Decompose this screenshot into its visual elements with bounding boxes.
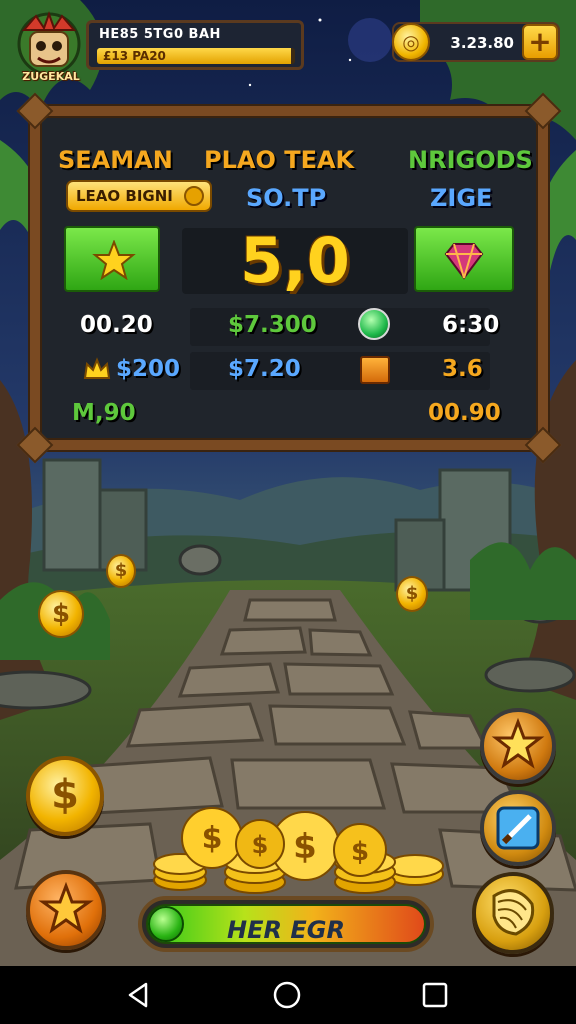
energy-progress-track: HER EGR [146, 904, 426, 944]
coin-badge-icon [184, 186, 204, 206]
add-currency-button[interactable]: + [522, 24, 558, 60]
rank-badge-label: LEAO BIGNI [76, 187, 173, 205]
scoreboard-panel: SEAMAN PLAO TEAK NRIGODS LEAO BIGNI SO.T… [16, 92, 562, 464]
coin-pile: $ $ $ $ [150, 800, 450, 900]
main-score-panel: 5,0 [182, 228, 408, 294]
star-icon [92, 240, 136, 280]
player-name: ZUGEKAL [22, 70, 80, 83]
row1-right: 6:30 [442, 312, 500, 338]
home-icon[interactable] [272, 980, 302, 1010]
dollar-icon: $ [51, 772, 79, 818]
row1-center: $7.300 [228, 312, 317, 338]
favorites-button[interactable] [26, 870, 106, 950]
system-nav-bar [0, 966, 576, 1024]
shell-button[interactable] [472, 872, 554, 954]
recents-icon[interactable] [420, 980, 450, 1010]
coin-shop-button[interactable]: $ [26, 756, 104, 836]
currency-panel: ◎ 3.23.80 + [392, 22, 560, 62]
back-icon[interactable] [124, 980, 154, 1010]
row2-left: $200 [116, 356, 181, 382]
svg-text:$: $ [351, 837, 369, 867]
energy-progress-label: HER EGR [227, 916, 345, 944]
floating-coin[interactable]: $ [38, 590, 84, 638]
star-icon [491, 717, 545, 769]
star-icon [38, 881, 94, 934]
green-orb-icon [358, 308, 390, 340]
energy-progress-bar[interactable]: HER EGR [138, 896, 434, 952]
row1-left: 00.20 [80, 312, 153, 338]
sword-icon [496, 806, 540, 850]
crown-icon [82, 354, 112, 388]
floating-coin[interactable]: $ [106, 554, 136, 588]
gem-icon [444, 243, 484, 280]
row3-left: M,90 [72, 400, 136, 426]
player-level-bar: £13 PA20 [97, 48, 295, 64]
row2-center: $7.20 [228, 356, 301, 382]
center-subheader: SO.TP [246, 184, 327, 212]
player-info-panel: HE85 5TG0 BAH £13 PA20 [86, 20, 304, 70]
column-header-2: PLAO TEAK [204, 146, 355, 174]
svg-text:$: $ [252, 831, 269, 859]
claim-gem-button[interactable] [414, 226, 514, 292]
progress-knob-icon[interactable] [148, 906, 184, 942]
column-header-1: SEAMAN [58, 146, 173, 174]
rank-badge: LEAO BIGNI [66, 180, 212, 212]
right-subheader: ZIGE [430, 184, 493, 212]
column-header-3: NRIGODS [408, 146, 533, 174]
main-score-value: 5,0 [240, 224, 350, 297]
row2-right: 3.6 [442, 356, 483, 382]
treasure-box-icon [360, 356, 390, 384]
sword-upgrade-button[interactable] [480, 790, 556, 866]
row3-right: 00.90 [428, 400, 501, 426]
svg-text:$: $ [202, 821, 223, 856]
claim-star-button[interactable] [64, 226, 160, 292]
player-level-text: £13 PA20 [103, 49, 166, 63]
currency-value: 3.23.80 [450, 34, 514, 52]
shell-icon [492, 889, 535, 936]
player-title: HE85 5TG0 BAH [99, 27, 221, 42]
gold-coin-icon: ◎ [392, 23, 430, 61]
floating-coin[interactable]: $ [396, 576, 428, 612]
svg-text:$: $ [293, 827, 317, 867]
star-bonus-button[interactable] [480, 708, 556, 784]
